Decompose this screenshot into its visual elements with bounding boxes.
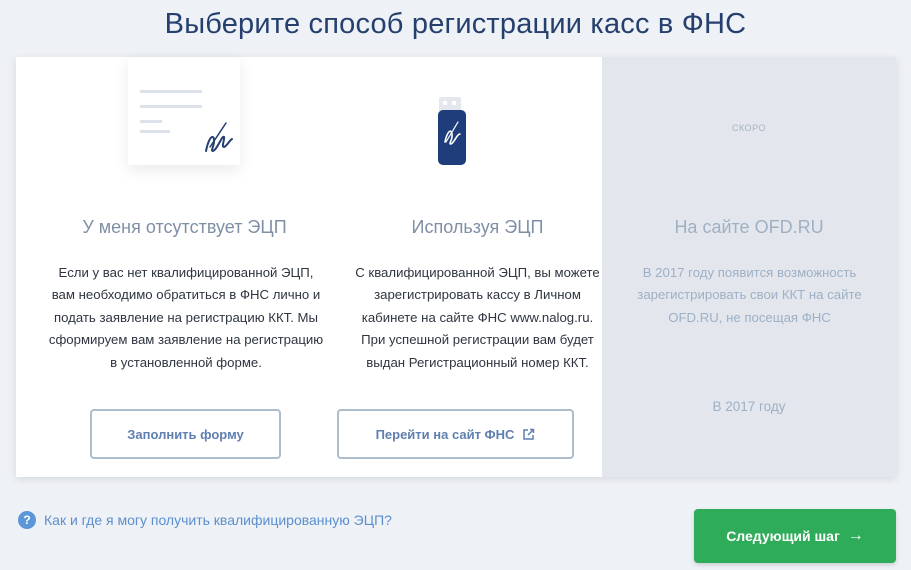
usb-token-body	[438, 110, 466, 165]
option-title: У меня отсутствует ЭЦП	[82, 217, 287, 237]
option-card-ofd-site: СКОРО На сайте OFD.RU В 2017 году появит…	[602, 57, 896, 477]
option-description: С квалифицированной ЭЦП, вы можете зарег…	[355, 265, 600, 370]
help-link-label: Как и где я могу получить квалифицирован…	[44, 512, 392, 528]
option-card-with-signature[interactable]: Используя ЭЦП С квалифицированной ЭЦП, в…	[337, 57, 602, 477]
option-description: В 2017 году появится возможность зарегис…	[637, 265, 862, 325]
availability-date: В 2017 году	[712, 399, 786, 414]
option-description: Если у вас нет квалифицированной ЭЦП, ва…	[48, 265, 324, 370]
help-question-icon: ?	[18, 511, 36, 529]
next-step-button[interactable]: Следующий шаг →	[694, 509, 896, 563]
fill-form-button-label: Заполнить форму	[127, 426, 244, 442]
arrow-right-icon: →	[847, 527, 864, 544]
fill-form-button[interactable]: Заполнить форму	[90, 409, 281, 459]
go-to-fns-site-button[interactable]: Перейти на сайт ФНС	[337, 409, 574, 459]
usb-token-icon	[439, 97, 461, 111]
soon-badge: СКОРО	[732, 123, 766, 133]
external-link-icon	[522, 428, 535, 441]
option-title: На сайте OFD.RU	[674, 217, 824, 237]
help-link[interactable]: ? Как и где я могу получить квалифициров…	[18, 511, 392, 529]
signed-document-icon	[128, 57, 240, 165]
page-title: Выберите способ регистрации касс в ФНС	[164, 8, 747, 40]
option-card-no-signature[interactable]: У меня отсутствует ЭЦП Если у вас нет кв…	[16, 57, 353, 477]
next-step-label: Следующий шаг	[726, 528, 840, 544]
option-title: Используя ЭЦП	[411, 217, 544, 237]
go-to-fns-site-label: Перейти на сайт ФНС	[375, 426, 515, 442]
